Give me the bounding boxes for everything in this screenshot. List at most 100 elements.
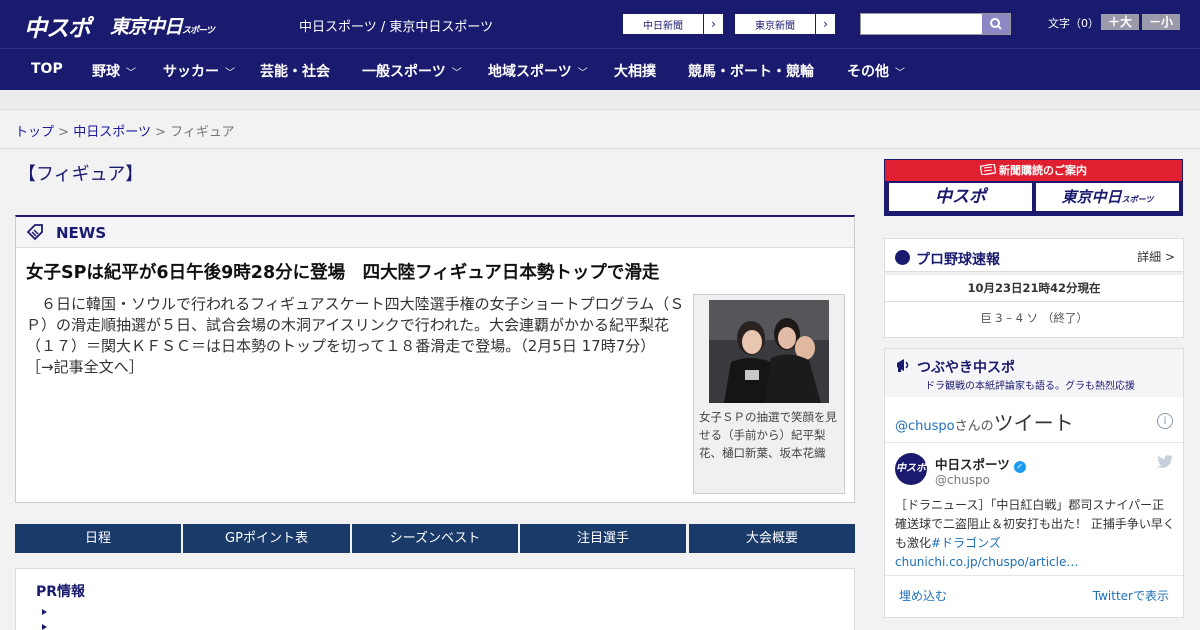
chevron-down-icon: ﹀	[451, 68, 462, 79]
verified-icon: ✓	[1013, 461, 1026, 473]
tab-schedule[interactable]: 日程	[15, 524, 181, 553]
divider	[885, 575, 1183, 576]
baseball-scores: プロ野球速報 詳細 > 10月23日21時42分現在 巨 3 – 4 ソ （終了…	[884, 238, 1184, 338]
news-section: NEWS 女子SPは紀平が6日午後9時28分に登場 四大陸フィギュア日本勢トップ…	[15, 215, 855, 503]
font-size-label: 文字（0）	[1048, 17, 1099, 30]
site-name: 中日スポーツ / 東京中日スポーツ	[299, 20, 494, 35]
read-more-link[interactable]: ［→記事全文へ］	[26, 358, 144, 376]
baseball-timestamp: 10月23日21時42分現在	[967, 281, 1101, 295]
chevron-right-icon: ›	[703, 14, 723, 34]
baseball-title: プロ野球速報	[916, 252, 1000, 268]
tokyo-chunichi-logo[interactable]: 東京中日スポーツ	[110, 12, 215, 39]
search-button[interactable]	[982, 14, 1010, 34]
tab-featured-players[interactable]: 注目選手	[520, 524, 686, 553]
font-smaller-button[interactable]: －小	[1142, 14, 1180, 30]
baseball-icon	[895, 250, 910, 265]
nav-entertainment-label: 芸能・社会	[260, 64, 330, 80]
twitter-widget: つぶやき中スポ ドラ観戦の本紙評論家も語る。グラも熱烈応援 @chuspoさんの…	[884, 348, 1184, 618]
embed-link[interactable]: 埋め込む	[899, 587, 947, 604]
chunichi-shimbun-label: 中日新聞	[643, 21, 683, 32]
newspaper-icon	[979, 163, 997, 176]
view-on-twitter-link[interactable]: Twitterで表示	[1093, 587, 1169, 604]
divider	[885, 301, 1183, 302]
tab-gp-points[interactable]: GPポイント表	[183, 524, 350, 553]
tab-event-overview[interactable]: 大会概要	[689, 524, 855, 553]
subscribe-tokyo-small: スポーツ	[1121, 195, 1154, 204]
twitter-widget-header: つぶやき中スポ ドラ観戦の本紙評論家も語る。グラも熱烈応援	[885, 349, 1183, 397]
news-tag-icon	[26, 224, 43, 241]
twitter-widget-subtitle: ドラ観戦の本紙評論家も語る。グラも熱烈応援	[925, 381, 1135, 392]
sub-tabs: 日程 GPポイント表 シーズンベスト 注目選手 大会概要	[15, 524, 855, 553]
tokyo-shimbun-label: 東京新聞	[755, 21, 795, 32]
subscription-banner[interactable]: 新聞購読のご案内 中スポ 東京中日スポーツ	[884, 159, 1183, 216]
nav-racing-label: 競馬・ボート・競輪	[688, 64, 814, 80]
nav-other[interactable]: その他 ﹀	[847, 61, 905, 81]
nav-local-sports[interactable]: 地域スポーツ ﹀	[488, 61, 588, 81]
avatar[interactable]: 中スポ	[895, 453, 927, 485]
nav-soccer-label: サッカー	[163, 64, 219, 80]
breadcrumb-top[interactable]: トップ	[15, 125, 54, 140]
twitter-bird-icon[interactable]	[1157, 455, 1173, 471]
divider	[885, 442, 1183, 443]
nav-top-label: TOP	[31, 61, 63, 77]
account-name[interactable]: 中日スポーツ ✓	[935, 454, 1026, 473]
nav-local-sports-label: 地域スポーツ	[488, 64, 572, 80]
nav-sumo-label: 大相撲	[614, 64, 656, 80]
account-handle[interactable]: @chuspo	[935, 473, 990, 487]
skaters-photo	[709, 300, 829, 403]
tokyo-shimbun-link[interactable]: 東京新聞 ›	[734, 13, 836, 35]
news-section-label: NEWS	[56, 224, 107, 242]
subscribe-tokyo-text: 東京中日	[1061, 188, 1122, 206]
nav-soccer[interactable]: サッカー ﹀	[163, 61, 235, 81]
subscribe-tokyo-chunichi[interactable]: 東京中日スポーツ	[1036, 183, 1179, 211]
search-input[interactable]	[860, 13, 1011, 35]
news-headline[interactable]: 女子SPは紀平が6日午後9時28分に登場 四大陸フィギュア日本勢トップで滑走	[26, 259, 659, 284]
tweet-text: ［ドラニュース］「中日紅白戦」郡司スナイパー正確送球で二盗阻止＆初安打も出た！ …	[895, 496, 1175, 572]
search-icon	[990, 18, 1002, 30]
font-larger-button[interactable]: ＋大	[1101, 14, 1139, 30]
chevron-down-icon: ﹀	[895, 68, 905, 79]
top-header: 中スポ 東京中日スポーツ 中日スポーツ / 東京中日スポーツ 中日新聞 › 東京…	[0, 0, 1200, 48]
news-body-text: ６日に韓国・ソウルで行われるフィギュアスケート四大陸選手権の女子ショートプログラ…	[26, 295, 685, 355]
game-result[interactable]: 巨 3 – 4 ソ （終了）	[885, 310, 1183, 326]
nav-other-label: その他	[847, 64, 889, 80]
megaphone-icon	[897, 359, 909, 372]
chevron-down-icon: ﹀	[225, 68, 235, 79]
subscribe-chuspo[interactable]: 中スポ	[889, 183, 1032, 211]
nav-entertainment[interactable]: 芸能・社会	[260, 61, 330, 81]
chunichi-shimbun-link[interactable]: 中日新聞 ›	[622, 13, 724, 35]
tweets-handle-link[interactable]: @chuspo	[895, 419, 955, 434]
subscription-title: 新聞購読のご案内	[885, 160, 1182, 181]
page-title: 【フィギュア】	[18, 164, 144, 185]
breadcrumb-chunichi-sports[interactable]: 中日スポーツ	[73, 125, 151, 140]
nav-general-sports[interactable]: 一般スポーツ ﹀	[362, 61, 462, 81]
nav-top[interactable]: TOP	[31, 61, 63, 77]
tweets-handle-suffix: さんの	[954, 419, 994, 434]
tab-season-best[interactable]: シーズンベスト	[352, 524, 518, 553]
bullet-icon	[42, 609, 47, 615]
divider	[0, 148, 1200, 149]
nav-baseball[interactable]: 野球 ﹀	[92, 61, 136, 81]
nav-sumo[interactable]: 大相撲	[614, 61, 656, 81]
breadcrumb-separator: >	[155, 125, 166, 140]
pr-section: PR情報	[15, 568, 855, 630]
chevron-down-icon: ﹀	[126, 68, 136, 79]
chevron-right-icon: ›	[815, 14, 835, 34]
info-icon[interactable]: i	[1157, 413, 1173, 429]
breadcrumb-current: フィギュア	[170, 125, 235, 140]
chuspo-logo[interactable]: 中スポ	[24, 9, 91, 43]
baseball-detail-link[interactable]: 詳細 >	[1137, 248, 1175, 265]
divider	[885, 271, 1183, 275]
tweets-label: ツイート	[993, 411, 1074, 435]
nav-racing[interactable]: 競馬・ボート・競輪	[688, 61, 814, 81]
news-photo[interactable]: 女子ＳＰの抽選で笑顔を見せる（手前から）紀平梨花、樋口新葉、坂本花織	[693, 294, 845, 494]
nav-strip	[0, 90, 1200, 110]
main-nav: TOP 野球 ﹀ サッカー ﹀ 芸能・社会 一般スポーツ ﹀ 地域スポーツ ﹀ 大相撲 …	[0, 48, 1200, 90]
tokyo-logo-small: スポーツ	[182, 26, 215, 36]
tokyo-logo-text: 東京中日	[110, 16, 183, 38]
twitter-widget-title: つぶやき中スポ	[917, 360, 1015, 376]
nav-baseball-label: 野球	[92, 64, 120, 80]
news-header: NEWS	[16, 217, 854, 248]
breadcrumb-separator: >	[58, 125, 70, 140]
account-name-text: 中日スポーツ	[935, 457, 1010, 472]
